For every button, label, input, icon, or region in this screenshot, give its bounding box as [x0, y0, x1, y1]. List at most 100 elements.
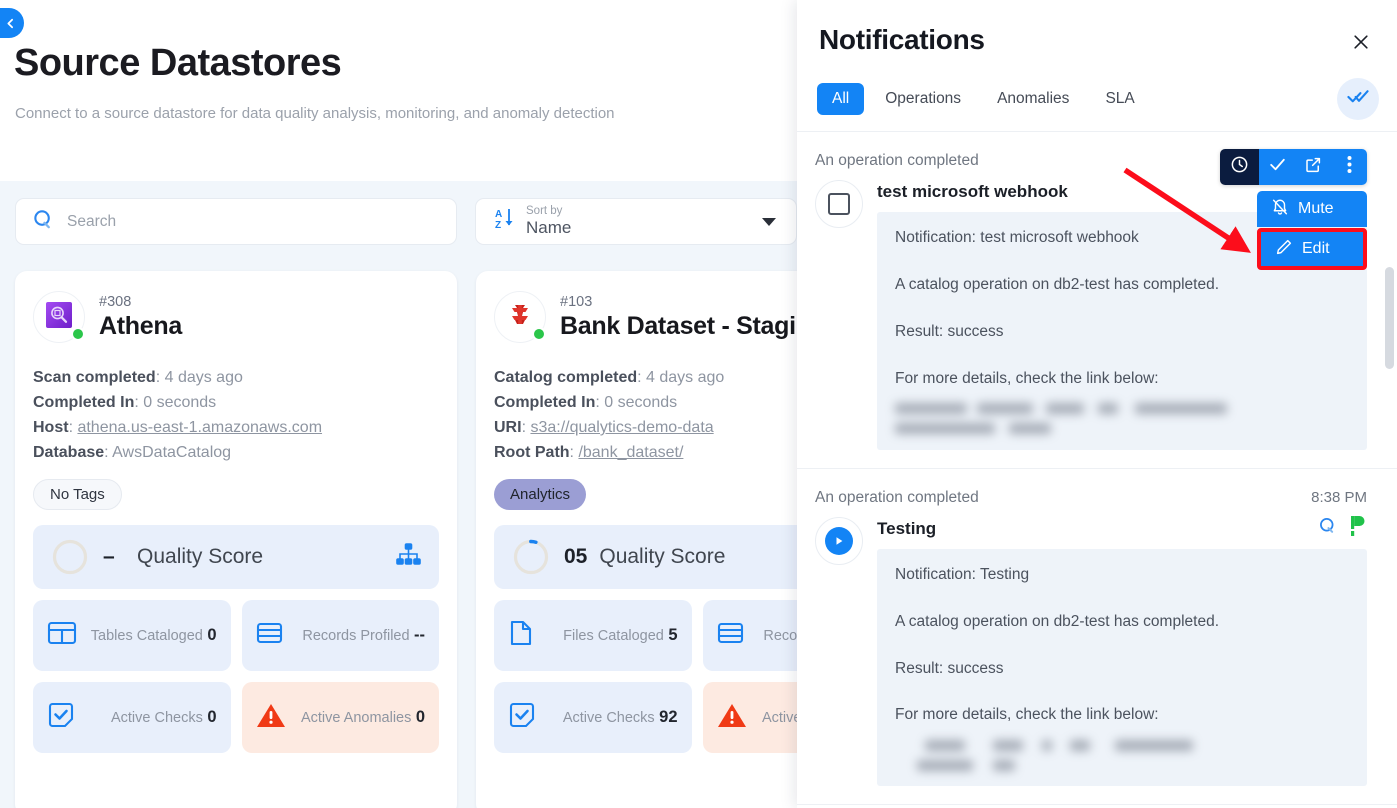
sort-by-select[interactable]: A Z Sort by Name [475, 198, 797, 245]
records-icon [256, 620, 290, 651]
main-content: Source Datastores Connect to a source da… [0, 0, 797, 808]
snooze-button[interactable] [1220, 149, 1259, 185]
meta-label: Completed In [494, 394, 596, 411]
metric-tile[interactable]: Active Anomalies 0 [702, 682, 797, 753]
quality-score-row[interactable]: 05 Quality Score [494, 525, 797, 589]
table-icon [47, 620, 81, 651]
meta-row: Scan completed: 4 days ago [33, 369, 243, 386]
metric-tile[interactable]: Active Checks 92 [494, 682, 692, 753]
status-indicator [532, 327, 546, 341]
meta-value: 4 days ago [164, 369, 243, 386]
metric-tile[interactable]: Tables Cataloged 0 [33, 600, 231, 671]
metric-value: 0 [207, 708, 217, 727]
mute-label: Mute [1298, 200, 1334, 217]
more-options-button[interactable] [1331, 149, 1367, 185]
message-line: Result: success [895, 322, 1004, 340]
svg-text:A: A [495, 209, 502, 220]
bell-off-icon [1271, 198, 1289, 221]
sidebar-collapse-button[interactable] [0, 8, 24, 38]
panel-scrollbar[interactable] [1385, 267, 1394, 369]
mark-read-button[interactable] [1259, 149, 1295, 185]
quality-score-value: 05 [564, 545, 588, 568]
metric-tile[interactable]: Records Profiled -- [241, 600, 439, 671]
notification-badges [1318, 515, 1367, 542]
external-link-icon [1304, 156, 1322, 179]
notification-heading: An operation completed [815, 152, 979, 169]
quality-score-row[interactable]: – Quality Score [33, 525, 439, 589]
meta-row: Database: AwsDataCatalog [33, 444, 232, 461]
metric-label: Records Profiled [763, 628, 797, 645]
datastore-id: #103 [560, 294, 593, 310]
metric-grid: Files Cataloged 5 Records Profiled -- [494, 600, 797, 753]
host-link[interactable]: athena.us-east-1.amazonaws.com [77, 419, 322, 436]
tab-anomalies[interactable]: Anomalies [982, 83, 1084, 115]
metric-tile[interactable]: Files Cataloged 5 [494, 600, 692, 671]
notification-time: 8:38 PM [1311, 489, 1367, 507]
redacted-link [895, 400, 1349, 436]
panel-title: Notifications [819, 24, 985, 55]
pencil-icon [1275, 238, 1293, 261]
card-header: #308 Athena [33, 291, 439, 353]
qualytics-q-icon[interactable] [1318, 516, 1338, 541]
redacted-link [895, 736, 1349, 772]
root-path-link[interactable]: /bank_dataset/ [578, 444, 683, 461]
chevron-down-icon[interactable] [762, 218, 776, 226]
datastore-card[interactable]: #308 Athena Scan completed: 4 days ago C… [15, 271, 457, 808]
meta-label: Host [33, 419, 69, 436]
metric-tile[interactable]: Active Anomalies 0 [241, 682, 439, 753]
datastore-meta: Catalog completed: 4 days ago Completed … [494, 365, 797, 465]
tab-all[interactable]: All [817, 83, 865, 115]
metric-value: 5 [668, 626, 678, 645]
meta-row: Completed In: 0 seconds [33, 394, 217, 411]
meta-label: Root Path [494, 444, 570, 461]
notification-hover-toolbar[interactable] [1220, 149, 1367, 185]
notification-avatar[interactable] [815, 516, 863, 565]
metric-label: Active Checks [562, 710, 655, 727]
message-line: For more details, check the link below: [895, 369, 1159, 387]
mark-all-read-button[interactable] [1337, 78, 1379, 120]
tab-sla[interactable]: SLA [1090, 83, 1149, 115]
metric-label: Active Anomalies [300, 710, 412, 727]
edit-menu-item[interactable]: Edit [1261, 232, 1363, 266]
hierarchy-icon[interactable] [396, 543, 421, 571]
search-input[interactable]: Search [15, 198, 457, 245]
sort-by-label: Sort by [526, 205, 563, 218]
records-icon [717, 620, 751, 651]
meta-value: AwsDataCatalog [112, 444, 232, 461]
notification-context-menu[interactable]: Mute Edit [1257, 191, 1367, 270]
card-header: #103 Bank Dataset - Staging [494, 291, 797, 353]
quality-score-value: – [103, 545, 115, 568]
message-line: A catalog operation on db2-test has comp… [895, 612, 1219, 630]
search-placeholder: Search [67, 212, 117, 230]
tag-list: No Tags [33, 479, 439, 511]
status-indicator [71, 327, 85, 341]
message-line: Notification: Testing [895, 565, 1030, 583]
tab-operations[interactable]: Operations [870, 83, 976, 115]
avatar [33, 291, 85, 343]
metric-tile[interactable]: Records Profiled -- [702, 600, 797, 671]
tag-chip[interactable]: Analytics [494, 479, 587, 510]
tag-chip[interactable]: No Tags [33, 479, 122, 510]
meta-label: Catalog completed [494, 369, 638, 386]
notifications-panel: Notifications All Operations Anomalies S… [797, 0, 1397, 808]
warning-triangle-icon [717, 702, 751, 734]
filter-bar: Search A Z Sort by Name [0, 181, 797, 263]
close-icon[interactable] [1347, 28, 1375, 56]
datastore-card[interactable]: #103 Bank Dataset - Staging Catalog comp… [476, 271, 797, 808]
notification-tabs: All Operations Anomalies SLA [817, 83, 1150, 115]
play-icon [825, 526, 853, 555]
meta-label: Completed In [33, 394, 135, 411]
meta-label: Database [33, 444, 105, 461]
metric-label: Active Checks [110, 710, 203, 727]
kebab-menu-icon [1347, 155, 1352, 179]
metric-label: Records Profiled [302, 628, 410, 645]
metric-tile[interactable]: Active Checks 0 [33, 682, 231, 753]
notification-item[interactable]: An operation completed 8:38 PM Testing N… [797, 469, 1397, 806]
mute-menu-item[interactable]: Mute [1257, 191, 1367, 227]
open-external-button[interactable] [1295, 149, 1331, 185]
uri-link[interactable]: s3a://qualytics-demo-data [530, 419, 713, 436]
meta-row: Host: athena.us-east-1.amazonaws.com [33, 419, 323, 436]
notification-avatar[interactable] [815, 180, 863, 228]
pagerduty-p-icon[interactable] [1349, 515, 1367, 542]
quality-score-label: Quality Score [599, 545, 726, 568]
